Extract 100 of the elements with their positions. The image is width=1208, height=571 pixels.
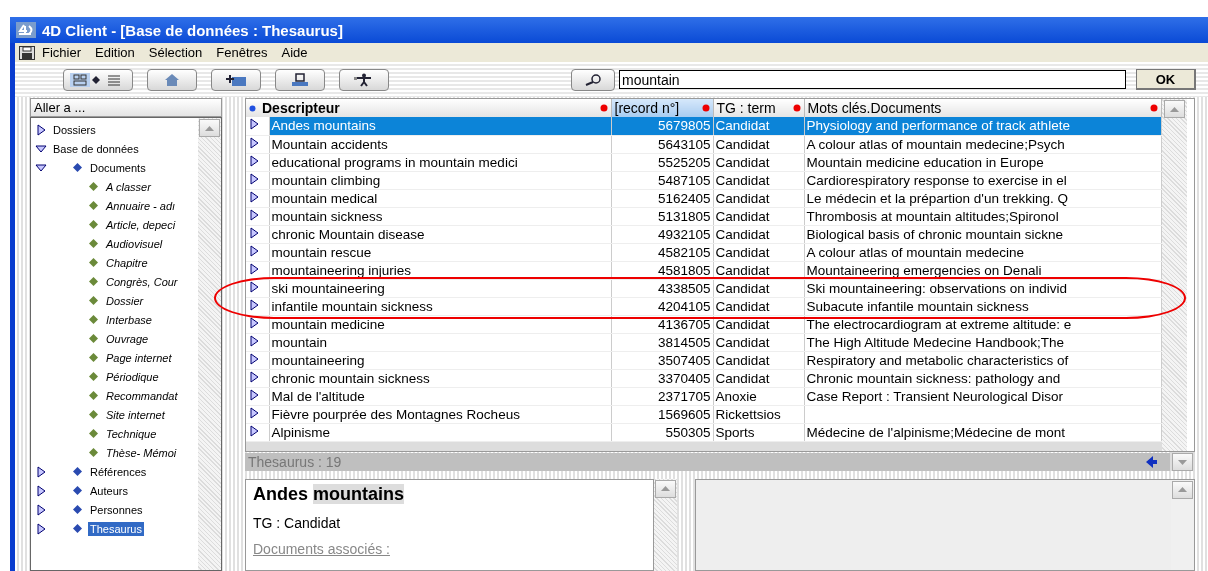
tree-item[interactable]: Périodique [104, 369, 161, 384]
collapsed-triangle-icon[interactable] [35, 484, 47, 497]
tree-item[interactable]: Article, depeci [104, 217, 178, 232]
tree-item[interactable]: A classer [104, 179, 153, 194]
sort-dot-icon [249, 104, 256, 112]
tree-item[interactable]: Page internet [104, 350, 174, 365]
diamond-icon [89, 201, 98, 210]
home-icon [164, 72, 180, 87]
tree-item[interactable]: Technique [104, 426, 159, 441]
down-arrow-icon [1178, 459, 1187, 465]
tree-item[interactable]: Thèse- Mémoi [104, 445, 179, 460]
column-header[interactable]: TG : term [713, 99, 804, 117]
printer-icon [291, 72, 309, 87]
tree-item[interactable]: Site internet [104, 407, 167, 422]
menu-item[interactable]: Aide [274, 45, 315, 60]
collapsed-triangle-icon[interactable] [248, 280, 260, 293]
tree-item[interactable]: Dossiers [51, 122, 98, 137]
collapsed-triangle-icon[interactable] [248, 190, 260, 203]
collapsed-triangle-icon[interactable] [248, 388, 260, 401]
collapsed-triangle-icon[interactable] [248, 244, 260, 257]
tree-item[interactable]: Congrès, Cour [104, 274, 180, 289]
tree-item[interactable]: Chapitre [104, 255, 150, 270]
left-arrow-icon[interactable] [1146, 455, 1158, 468]
tree-item[interactable]: Références [88, 464, 149, 479]
view-mode-button[interactable] [63, 68, 133, 91]
scrollbar[interactable] [198, 118, 221, 570]
column-header[interactable]: Descripteur [246, 99, 611, 117]
collapsed-triangle-icon[interactable] [35, 522, 47, 535]
print-button[interactable] [275, 68, 325, 91]
collapsed-triangle-icon[interactable] [248, 118, 260, 131]
up-arrow-icon [1178, 487, 1187, 492]
collapsed-triangle-icon[interactable] [248, 136, 260, 149]
column-header[interactable]: Mots clés.Documents [804, 99, 1161, 117]
collapsed-triangle-icon[interactable] [248, 316, 260, 329]
collapsed-triangle-icon[interactable] [248, 154, 260, 167]
home-button[interactable] [147, 68, 197, 91]
tree-item[interactable]: Auteurs [88, 483, 130, 498]
app-logo-icon [16, 22, 36, 38]
collapsed-triangle-icon[interactable] [35, 503, 47, 516]
scrollbar[interactable] [654, 478, 677, 571]
tree-item[interactable]: Interbase [104, 312, 154, 327]
tree-item[interactable]: Personnes [88, 502, 145, 517]
floppy-icon[interactable] [19, 45, 35, 60]
collapsed-triangle-icon[interactable] [248, 262, 260, 275]
tree-item[interactable]: Thesaurus [88, 521, 144, 536]
collapsed-triangle-icon[interactable] [248, 298, 260, 311]
collapsed-triangle-icon[interactable] [248, 424, 260, 437]
collapsed-triangle-icon[interactable] [248, 352, 260, 365]
collapsed-triangle-icon[interactable] [248, 334, 260, 347]
diamond-icon [89, 353, 98, 362]
record-term: TG : Candidat [253, 514, 342, 531]
expanded-triangle-icon[interactable] [35, 161, 47, 174]
scrollbar[interactable] [1161, 99, 1187, 451]
column-header[interactable]: [record n°] [611, 99, 713, 117]
scroll-up-button[interactable] [1163, 100, 1185, 118]
menu-item[interactable]: Fenêtres [209, 45, 275, 60]
table-cell[interactable]: Physiology and performance of track athlete [804, 117, 1161, 135]
table-cell[interactable]: 5679805 [611, 117, 713, 135]
panel-header: Aller a ... [30, 98, 222, 117]
diamond-icon [73, 163, 82, 172]
scroll-up-button[interactable] [199, 119, 220, 137]
diamond-icon [89, 182, 98, 191]
add-icon [225, 72, 247, 87]
diamond-icon [73, 467, 82, 476]
scroll-up-button[interactable] [655, 479, 676, 498]
tree-item[interactable]: Recommandat [104, 388, 180, 403]
search-button[interactable] [571, 68, 615, 91]
tree-item[interactable]: Audiovisuel [104, 236, 165, 251]
menu-item[interactable]: Fichier [35, 45, 88, 60]
user-button[interactable] [339, 68, 389, 91]
collapsed-triangle-icon[interactable] [248, 226, 260, 239]
scroll-down-button[interactable] [1172, 453, 1193, 471]
collapsed-triangle-icon[interactable] [248, 370, 260, 383]
documents-link[interactable]: Documents associés : [253, 540, 390, 557]
search-icon [583, 73, 603, 86]
person-icon [354, 72, 374, 87]
tree-item[interactable]: Dossier [104, 293, 146, 308]
add-record-button[interactable] [211, 68, 261, 91]
search-field[interactable]: mountain [619, 70, 1126, 89]
dot-icon [1149, 104, 1158, 112]
collapsed-triangle-icon[interactable] [35, 123, 47, 136]
menu-item[interactable]: Edition [88, 45, 142, 60]
tree-item[interactable]: Base de données [51, 141, 141, 156]
tree-item[interactable]: Documents [88, 160, 148, 175]
scroll-up-button[interactable] [1172, 480, 1193, 499]
diamond-icon [73, 505, 82, 514]
collapsed-triangle-icon[interactable] [248, 208, 260, 221]
collapsed-triangle-icon[interactable] [248, 172, 260, 185]
table-cell[interactable]: Andes mountains [269, 117, 611, 135]
dot-icon [792, 104, 801, 112]
diamond-icon [89, 258, 98, 267]
tree-item[interactable]: Ouvrage [104, 331, 151, 346]
collapsed-triangle-icon[interactable] [248, 406, 260, 419]
diamond-icon [89, 296, 98, 305]
expanded-triangle-icon[interactable] [35, 142, 47, 155]
menu-item[interactable]: Sélection [141, 45, 210, 60]
collapsed-triangle-icon[interactable] [35, 465, 47, 478]
ok-button[interactable]: OK [1136, 69, 1196, 90]
table-cell[interactable]: Candidat [713, 117, 804, 135]
tree-item[interactable]: Annuaire - adı [104, 198, 178, 213]
